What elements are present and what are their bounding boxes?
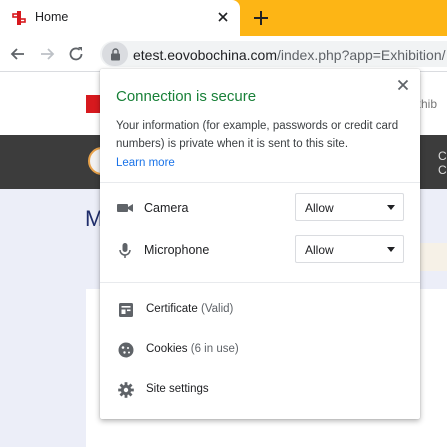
nav-right-text-2: C — [438, 163, 447, 177]
close-icon[interactable] — [395, 77, 411, 93]
nav-right-text-1: C — [438, 149, 447, 163]
exhibition-logo-icon — [12, 11, 26, 25]
site-settings-row[interactable]: Site settings — [100, 372, 420, 408]
dropdown-arrow-icon — [387, 205, 395, 210]
camera-icon — [117, 204, 133, 212]
lock-icon — [111, 48, 120, 61]
microphone-permission-select[interactable]: Allow — [295, 235, 404, 263]
url-host: etest.eovobochina.com — [133, 47, 277, 63]
reload-icon[interactable] — [66, 44, 86, 64]
forward-arrow-icon[interactable] — [37, 44, 57, 64]
certificate-icon — [119, 303, 133, 317]
permission-label: Microphone — [144, 243, 210, 257]
dropdown-arrow-icon — [387, 247, 395, 252]
connection-title: Connection is secure — [116, 88, 257, 105]
site-info-button[interactable] — [102, 42, 128, 66]
learn-more-link[interactable]: Learn more — [116, 157, 175, 169]
cookies-label: Cookies (6 in use) — [146, 343, 239, 355]
select-value: Allow — [305, 243, 334, 257]
permission-label: Camera — [144, 201, 189, 215]
divider — [100, 182, 420, 183]
close-tab-icon[interactable] — [214, 8, 232, 26]
url-path: /index.php?app=Exhibition/ — [276, 47, 446, 63]
camera-permission-select[interactable]: Allow — [295, 193, 404, 221]
certificate-label: Certificate (Valid) — [146, 303, 233, 315]
connection-description: Your information (for example, passwords… — [116, 120, 399, 150]
microphone-icon — [119, 243, 131, 258]
cookie-icon — [118, 342, 134, 358]
cookies-text: Cookies — [146, 343, 188, 355]
site-info-popup: Connection is secure Your information (f… — [100, 69, 420, 419]
select-value: Allow — [305, 201, 334, 215]
url-text: etest.eovobochina.com/index.php?app=Exhi… — [133, 47, 446, 63]
settings-gear-icon — [118, 382, 134, 398]
cookies-row[interactable]: Cookies (6 in use) — [100, 332, 420, 368]
cookies-count: (6 in use) — [190, 343, 239, 355]
new-tab-icon[interactable] — [250, 7, 272, 29]
certificate-row[interactable]: Certificate (Valid) — [100, 292, 420, 328]
permission-row-camera: Camera Allow — [100, 193, 420, 223]
tab-home[interactable]: Home — [0, 0, 240, 36]
permission-row-microphone: Microphone Allow — [100, 235, 420, 265]
divider — [100, 282, 420, 283]
tab-strip: Home — [0, 0, 447, 36]
browser-toolbar: etest.eovobochina.com/index.php?app=Exhi… — [0, 36, 447, 72]
certificate-status: (Valid) — [200, 303, 234, 315]
nav-right-text: CC — [438, 149, 447, 177]
certificate-text: Certificate — [146, 303, 198, 315]
back-arrow-icon[interactable] — [8, 44, 28, 64]
site-settings-label: Site settings — [146, 383, 209, 395]
tab-title: Home — [35, 10, 69, 24]
